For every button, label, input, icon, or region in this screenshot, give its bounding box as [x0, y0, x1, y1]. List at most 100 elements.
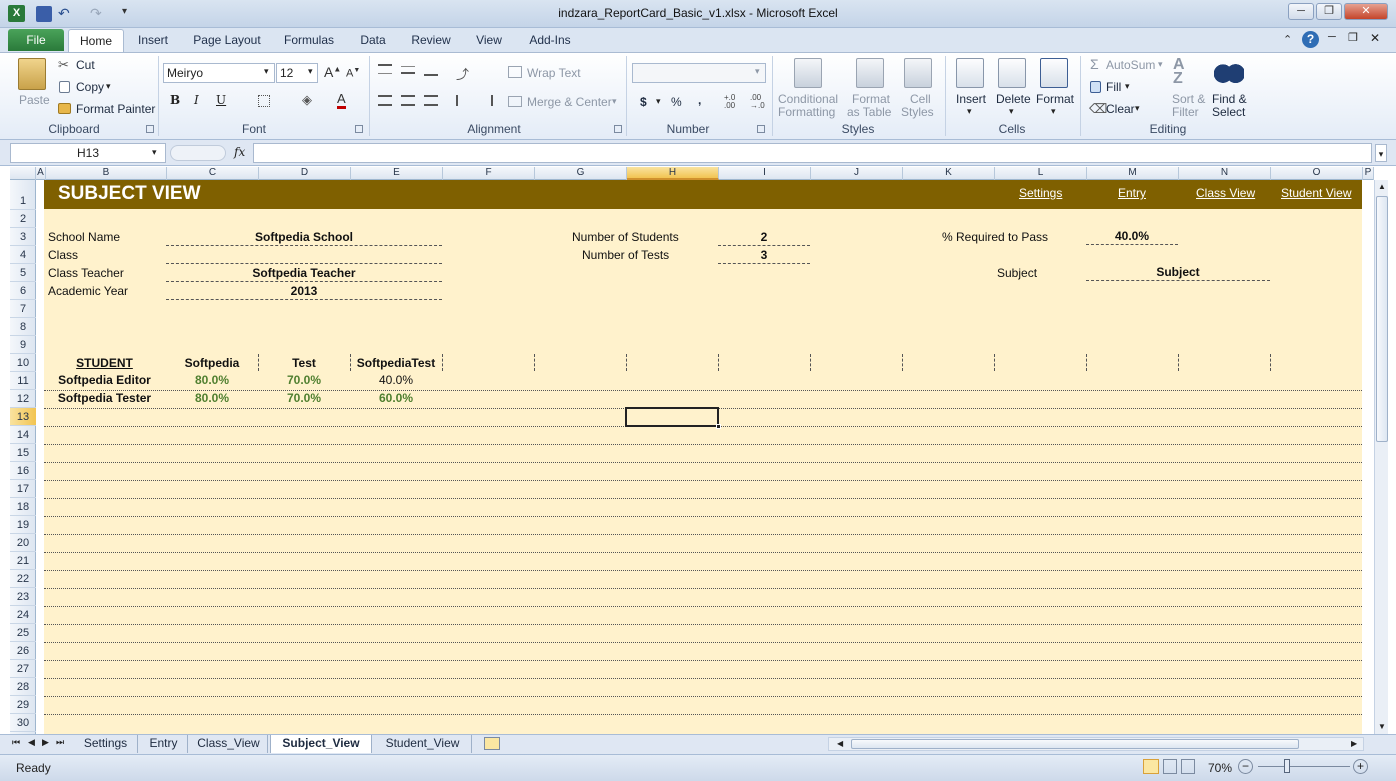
row-header[interactable]: 15	[10, 444, 36, 462]
row-header[interactable]: 1	[10, 180, 36, 210]
page-break-view-icon[interactable]	[1181, 759, 1195, 774]
column-header[interactable]: D	[259, 167, 351, 180]
row-header[interactable]: 3	[10, 228, 36, 246]
row-header[interactable]: 27	[10, 660, 36, 678]
format-painter-button[interactable]: Format Painter	[76, 102, 155, 116]
merge-center-icon[interactable]	[508, 96, 522, 107]
class-teacher-value[interactable]: Softpedia Teacher	[166, 266, 442, 282]
conditional-formatting-label-2[interactable]: Formatting	[778, 105, 835, 119]
column-header[interactable]: G	[535, 167, 627, 180]
delete-dropdown-icon[interactable]: ▾	[1009, 106, 1014, 117]
insert-dropdown-icon[interactable]: ▾	[967, 106, 972, 117]
decrease-decimal-icon[interactable]: .00 →.0	[750, 94, 765, 110]
sheet-tab-settings[interactable]: Settings	[74, 735, 138, 753]
collapse-ribbon-icon[interactable]: ⌃	[1283, 33, 1292, 46]
row-header[interactable]: 14	[10, 426, 36, 444]
first-sheet-icon[interactable]: ⏮	[12, 737, 20, 748]
number-format-dropdown-icon[interactable]: ▾	[755, 66, 760, 77]
wrap-text-icon[interactable]	[508, 66, 522, 78]
autosum-icon[interactable]: Σ	[1090, 56, 1099, 72]
worksheet-grid[interactable]: SUBJECT VIEW Settings Entry Class View S…	[36, 180, 1362, 734]
autosum-dropdown-icon[interactable]: ▾	[1158, 59, 1163, 70]
increase-indent-icon[interactable]	[479, 95, 493, 106]
format-as-table-label-2[interactable]: as Table	[847, 105, 891, 119]
font-launcher-icon[interactable]	[355, 125, 363, 133]
clear-icon[interactable]: ⌫	[1089, 101, 1107, 117]
column-header[interactable]: O	[1271, 167, 1363, 180]
fill-dropdown-icon[interactable]: ▾	[1125, 81, 1130, 92]
align-top-icon[interactable]	[378, 64, 392, 74]
currency-button[interactable]: $	[640, 95, 647, 109]
format-cells-icon[interactable]	[1040, 58, 1068, 88]
paste-icon[interactable]	[18, 58, 46, 90]
insert-function-button[interactable]: fx	[234, 145, 245, 159]
comma-button[interactable]: ,	[698, 93, 701, 107]
conditional-formatting-label-1[interactable]: Conditional	[778, 92, 838, 106]
align-bottom-icon[interactable]	[424, 68, 438, 76]
find-select-label-1[interactable]: Find &	[1212, 92, 1247, 106]
link-student-view[interactable]: Student View	[1281, 186, 1352, 200]
scroll-right-icon[interactable]: ▶	[1351, 738, 1357, 750]
sheet-tab-entry[interactable]: Entry	[140, 735, 188, 753]
format-cells-button[interactable]: Format	[1036, 92, 1074, 106]
zoom-out-icon[interactable]: −	[1238, 759, 1253, 774]
merge-dropdown-icon[interactable]: ▾	[612, 96, 617, 107]
clear-dropdown-icon[interactable]: ▾	[1135, 103, 1140, 114]
sort-filter-label-2[interactable]: Filter	[1172, 105, 1199, 119]
row-header[interactable]: 23	[10, 588, 36, 606]
font-color-icon[interactable]: A	[337, 92, 346, 109]
paste-button[interactable]: Paste	[19, 93, 50, 107]
link-entry[interactable]: Entry	[1118, 186, 1146, 200]
number-format-combo[interactable]	[632, 63, 766, 83]
align-left-icon[interactable]	[378, 95, 392, 106]
row-header[interactable]: 7	[10, 300, 36, 318]
zoom-slider-track[interactable]	[1258, 766, 1350, 767]
column-header[interactable]: A	[36, 167, 46, 180]
column-header[interactable]: L	[995, 167, 1087, 180]
row-header-active[interactable]: 13	[10, 408, 36, 426]
tab-add-ins[interactable]: Add-Ins	[524, 30, 576, 50]
fill-handle[interactable]	[716, 424, 721, 429]
shrink-font-icon[interactable]: A▼	[346, 67, 360, 80]
zoom-slider-thumb[interactable]	[1284, 759, 1290, 773]
row-header[interactable]: 8	[10, 318, 36, 336]
cut-button[interactable]: Cut	[76, 58, 95, 72]
tab-home[interactable]: Home	[68, 29, 124, 53]
delete-cells-icon[interactable]	[998, 58, 1026, 88]
sheet-tab-class-view[interactable]: Class_View	[190, 735, 268, 753]
scroll-up-icon[interactable]: ▲	[1376, 180, 1388, 194]
sort-filter-label-1[interactable]: Sort &	[1172, 92, 1205, 106]
tab-view[interactable]: View	[472, 30, 506, 50]
italic-icon[interactable]: I	[194, 93, 199, 107]
select-all-corner[interactable]	[10, 167, 36, 180]
row-header[interactable]: 30	[10, 714, 36, 732]
formula-input[interactable]	[253, 143, 1372, 163]
class-value[interactable]	[166, 248, 442, 264]
cell-styles-label-1[interactable]: Cell	[910, 92, 931, 106]
find-select-icon[interactable]	[1214, 58, 1244, 84]
name-box[interactable]: H13	[10, 143, 166, 163]
clipboard-launcher-icon[interactable]	[146, 125, 154, 133]
next-sheet-icon[interactable]: ▶	[42, 737, 49, 748]
row-header[interactable]: 9	[10, 336, 36, 354]
fill-icon[interactable]	[1090, 81, 1101, 93]
workbook-restore-icon[interactable]: ❐	[1348, 31, 1358, 44]
tab-page-layout[interactable]: Page Layout	[190, 30, 264, 50]
font-size-dropdown-icon[interactable]: ▾	[308, 66, 313, 77]
format-dropdown-icon[interactable]: ▾	[1051, 106, 1056, 117]
delete-cells-button[interactable]: Delete	[996, 92, 1031, 106]
row-header[interactable]: 28	[10, 678, 36, 696]
help-icon[interactable]: ?	[1302, 31, 1319, 48]
cell-styles-icon[interactable]	[904, 58, 932, 88]
tab-data[interactable]: Data	[355, 30, 391, 50]
font-name-combo[interactable]: Meiryo	[163, 63, 275, 83]
alignment-launcher-icon[interactable]	[614, 125, 622, 133]
row-header[interactable]: 4	[10, 246, 36, 264]
percent-button[interactable]: %	[671, 95, 682, 109]
link-class-view[interactable]: Class View	[1196, 186, 1255, 200]
zoom-level[interactable]: 70%	[1208, 761, 1232, 775]
cell-styles-label-2[interactable]: Styles	[901, 105, 934, 119]
insert-cells-icon[interactable]	[956, 58, 984, 88]
row-header[interactable]: 22	[10, 570, 36, 588]
borders-icon[interactable]	[258, 95, 270, 107]
